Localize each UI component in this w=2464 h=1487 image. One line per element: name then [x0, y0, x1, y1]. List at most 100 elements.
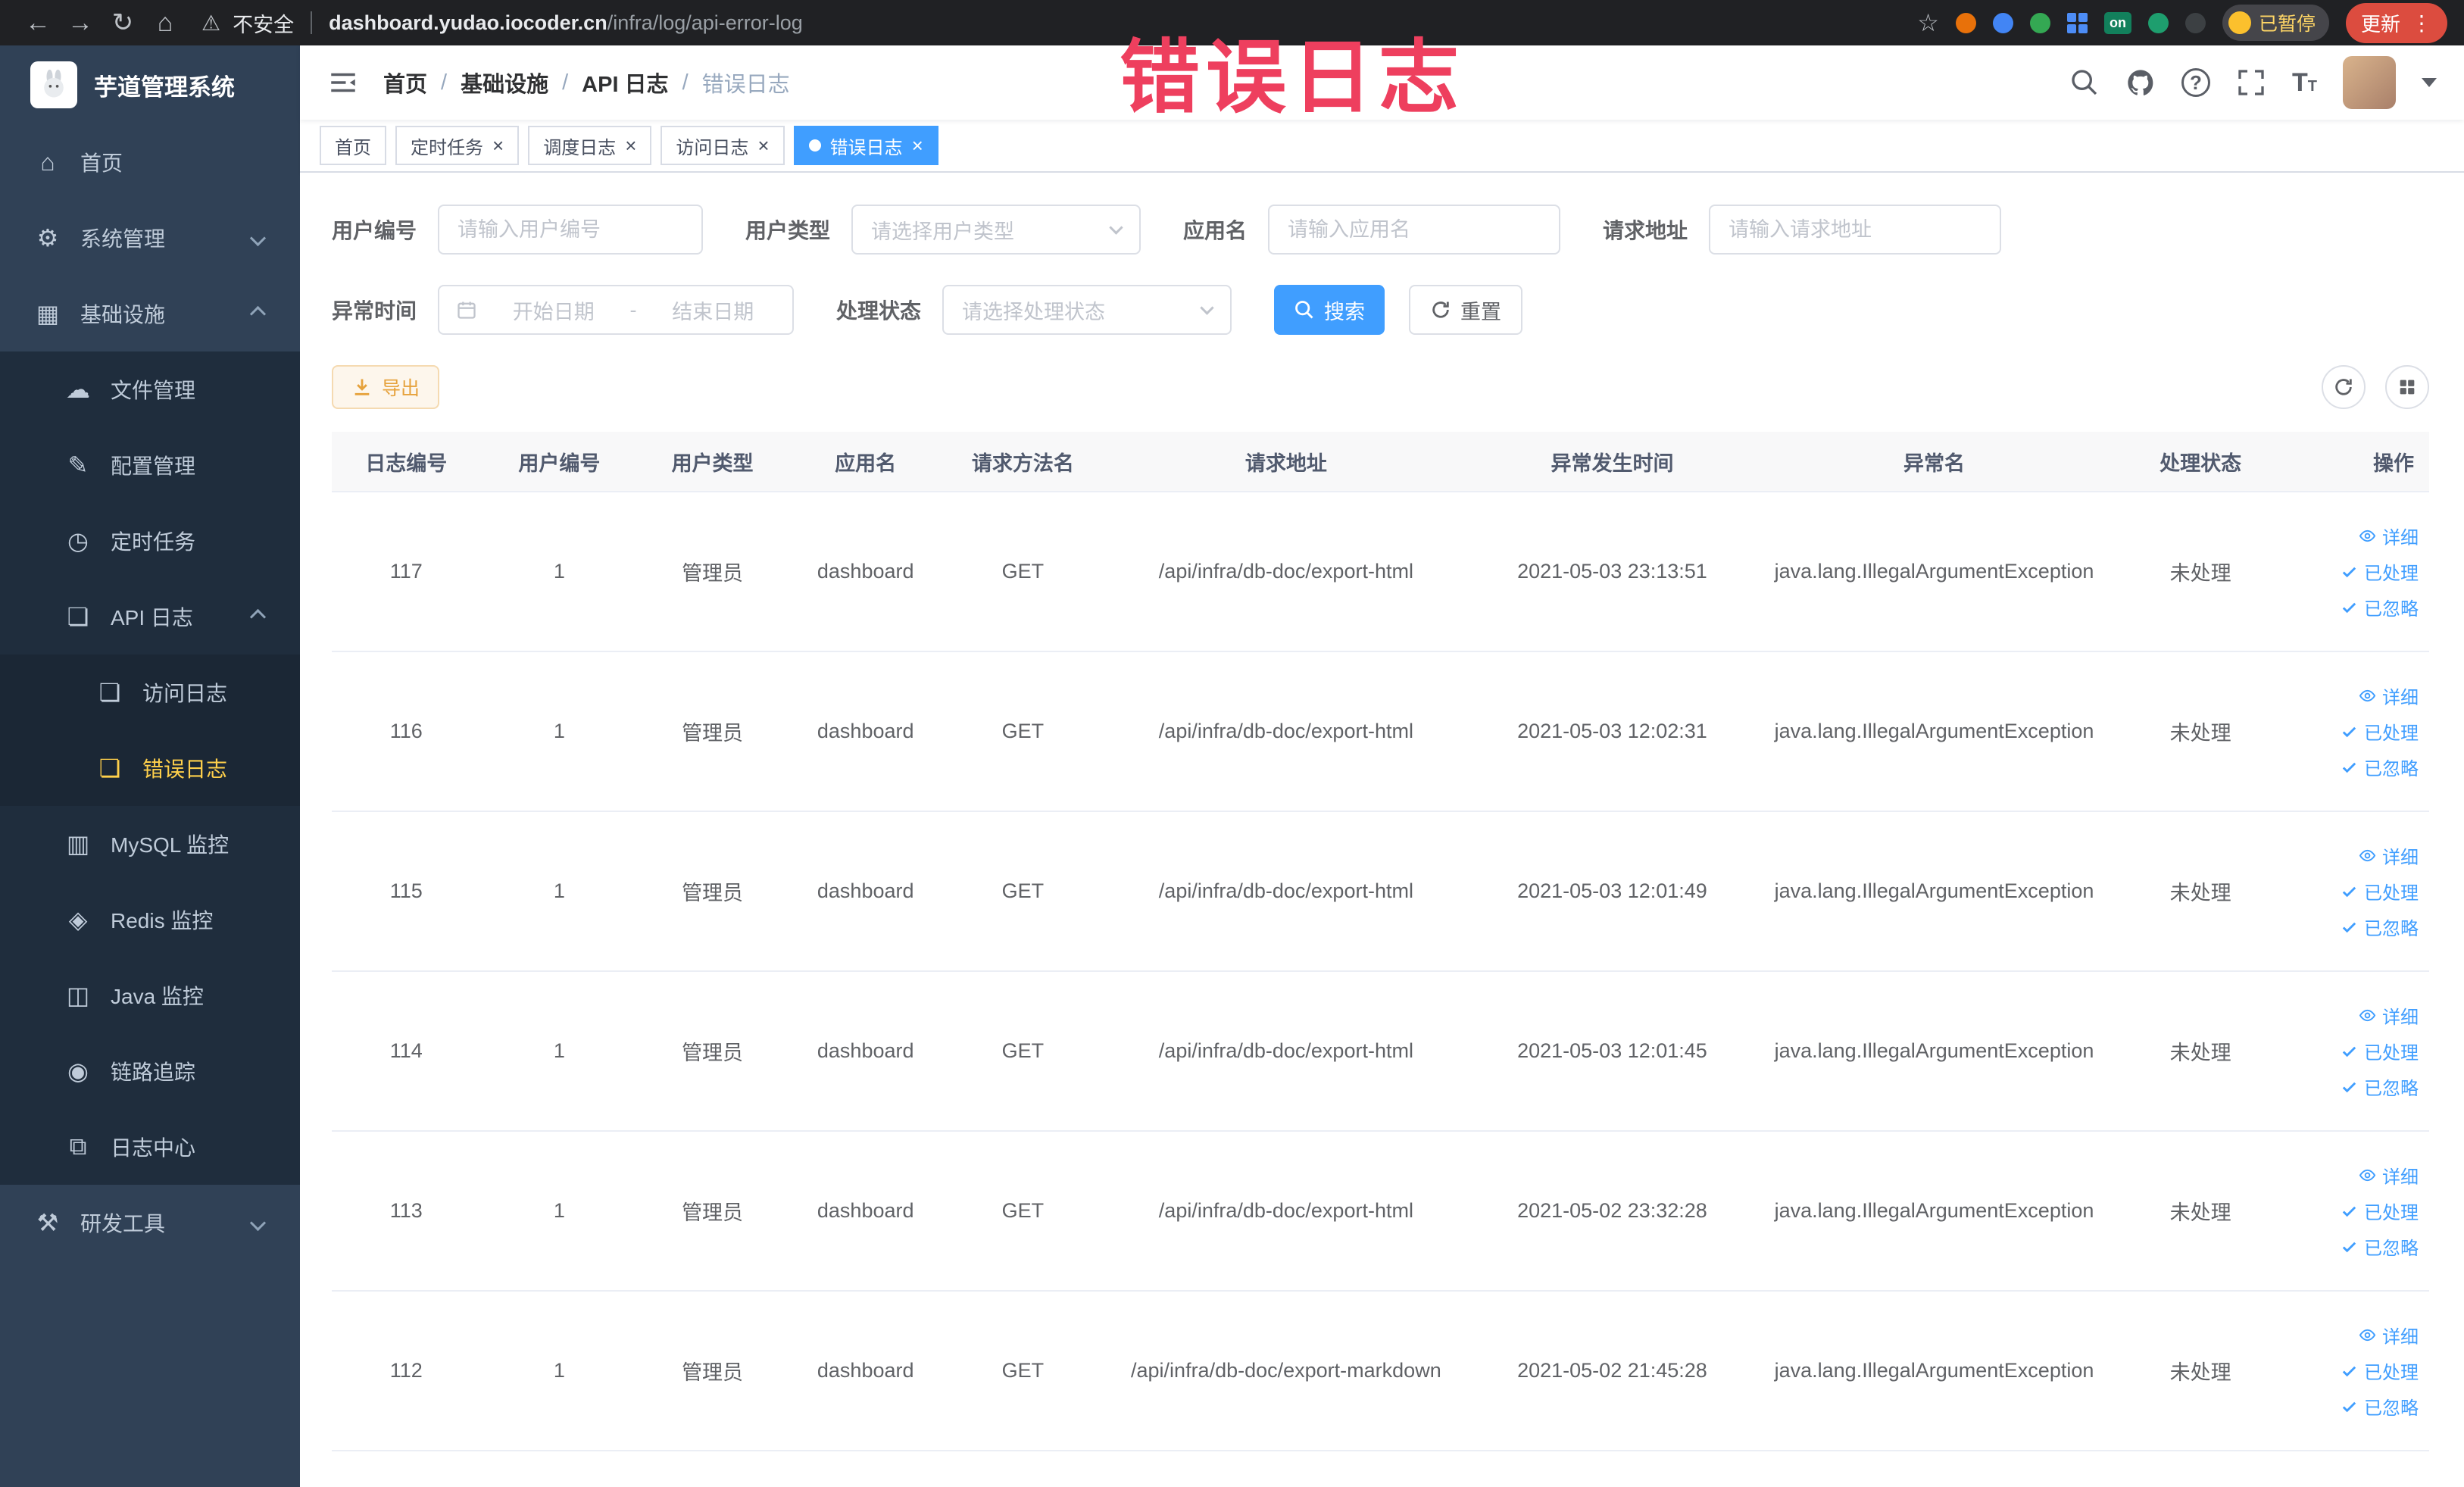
sidebar-item-log-center[interactable]: ⧉ 日志中心 [0, 1109, 300, 1185]
tab-home[interactable]: 首页 [320, 126, 386, 165]
extension-on-badge[interactable]: on [2103, 11, 2131, 34]
action-processed[interactable]: 已处理 [2341, 558, 2419, 585]
font-size-icon[interactable]: TT [2292, 68, 2317, 98]
sidebar-item-access-log[interactable]: ❏ 访问日志 [0, 654, 300, 730]
cell-time: 2021-05-03 12:01:49 [1517, 879, 1707, 902]
column-header: 应用名 [835, 451, 897, 475]
sidebar-item-label: 访问日志 [142, 682, 228, 705]
tab-scheduled-jobs[interactable]: 定时任务 × [395, 126, 520, 165]
sidebar-item-scheduled-jobs[interactable]: ◷ 定时任务 [0, 503, 300, 579]
action-detail[interactable]: 详细 [2359, 842, 2419, 869]
cell-app-name: dashboard [817, 1199, 914, 1222]
action-ignored[interactable]: 已忽略 [2341, 1073, 2419, 1100]
cell-request-url: /api/infra/db-doc/export-html [1158, 720, 1413, 742]
action-processed[interactable]: 已处理 [2341, 1198, 2419, 1224]
chevron-down-icon [249, 1214, 267, 1231]
sidebar-item-config-manage[interactable]: ✎ 配置管理 [0, 427, 300, 503]
action-ignored[interactable]: 已忽略 [2341, 754, 2419, 780]
user-type-select[interactable]: 请选择用户类型 [851, 205, 1141, 255]
sidebar-item-api-log[interactable]: ❏ API 日志 [0, 579, 300, 654]
tab-access-log[interactable]: 访问日志 × [661, 126, 785, 165]
back-icon[interactable]: ← [17, 8, 59, 38]
update-button[interactable]: 更新 ⋮ [2345, 2, 2447, 43]
home-icon[interactable]: ⌂ [144, 8, 186, 38]
chevron-down-icon[interactable] [2422, 78, 2437, 87]
extension-grid-icon[interactable] [2066, 12, 2088, 33]
sidebar-item-file-manage[interactable]: ☁ 文件管理 [0, 351, 300, 427]
refresh-button[interactable] [2322, 365, 2366, 409]
sidebar-item-redis-monitor[interactable]: ◈ Redis 监控 [0, 882, 300, 957]
action-detail[interactable]: 详细 [2359, 1322, 2419, 1348]
github-icon[interactable] [2125, 67, 2156, 98]
forward-icon[interactable]: → [59, 8, 101, 38]
sidebar-item-error-log[interactable]: ❏ 错误日志 [0, 730, 300, 806]
cell-exception: java.lang.IllegalArgumentException [1774, 1359, 2094, 1382]
action-detail[interactable]: 详细 [2359, 1002, 2419, 1029]
close-icon[interactable]: × [625, 136, 636, 155]
search-icon[interactable] [2069, 67, 2100, 98]
paused-badge[interactable]: 已暂停 [2222, 5, 2329, 41]
action-processed[interactable]: 已处理 [2341, 1357, 2419, 1384]
extensions-puzzle-icon[interactable] [2184, 12, 2206, 33]
main-area: 首页 / 基础设施 / API 日志 / 错误日志 ? TT 首页 定时任务 ×… [300, 45, 2464, 1487]
breadcrumb-item[interactable]: 首页 [383, 67, 427, 98]
action-ignored[interactable]: 已忽略 [2341, 1393, 2419, 1420]
table-row: 116 1 管理员 dashboard GET /api/infra/db-do… [332, 652, 2429, 812]
extension-icon[interactable] [1992, 12, 2013, 33]
extension-icon[interactable] [2147, 12, 2169, 33]
tab-schedule-log[interactable]: 调度日志 × [528, 126, 652, 165]
column-settings-button[interactable] [2385, 365, 2429, 409]
search-button[interactable]: 搜索 [1274, 285, 1385, 335]
address-bar[interactable]: ⚠ 不安全 dashboard.yudao.iocoder.cn/infra/l… [201, 8, 1917, 38]
action-processed[interactable]: 已处理 [2341, 1038, 2419, 1064]
action-ignored[interactable]: 已忽略 [2341, 1233, 2419, 1260]
user-id-input[interactable] [438, 205, 704, 255]
sidebar-item-trace[interactable]: ◉ 链路追踪 [0, 1033, 300, 1109]
close-icon[interactable]: × [492, 136, 504, 155]
sidebar-item-system[interactable]: ⚙ 系统管理 [0, 200, 300, 276]
action-processed[interactable]: 已处理 [2341, 718, 2419, 745]
start-date-placeholder[interactable]: 开始日期 [491, 295, 617, 325]
sidebar-item-dev-tools[interactable]: ⚒ 研发工具 [0, 1185, 300, 1261]
extension-icon[interactable] [2029, 12, 2050, 33]
end-date-placeholder[interactable]: 结束日期 [651, 295, 776, 325]
action-ignored[interactable]: 已忽略 [2341, 914, 2419, 940]
sidebar-item-label: MySQL 监控 [111, 833, 230, 857]
export-button[interactable]: 导出 [332, 365, 440, 409]
emoji-icon [2228, 11, 2251, 34]
close-icon[interactable]: × [912, 136, 923, 155]
avatar[interactable] [2343, 56, 2396, 109]
sidebar-item-java-monitor[interactable]: ◫ Java 监控 [0, 957, 300, 1033]
sidebar-toggle-icon[interactable] [327, 67, 359, 98]
app-name-input[interactable] [1268, 205, 1561, 255]
breadcrumb-item[interactable]: 基础设施 [461, 67, 548, 98]
sidebar-item-home[interactable]: ⌂ 首页 [0, 124, 300, 200]
exception-time-range-picker[interactable]: 开始日期 - 结束日期 [438, 285, 795, 335]
tab-error-log[interactable]: 错误日志 × [793, 126, 938, 165]
chevron-down-icon [1200, 300, 1214, 315]
action-detail[interactable]: 详细 [2359, 1162, 2419, 1189]
sidebar-item-infra[interactable]: ▦ 基础设施 [0, 276, 300, 351]
close-icon[interactable]: × [757, 136, 769, 155]
action-ignored[interactable]: 已忽略 [2341, 594, 2419, 620]
help-icon[interactable]: ? [2181, 68, 2210, 97]
check-icon [2342, 726, 2356, 738]
column-header: 用户编号 [518, 451, 601, 475]
request-url-input[interactable] [1709, 205, 2002, 255]
extension-icon[interactable] [1955, 12, 1976, 33]
breadcrumb-item[interactable]: API 日志 [582, 67, 668, 98]
action-detail[interactable]: 详细 [2359, 523, 2419, 549]
reload-icon[interactable]: ↻ [101, 8, 144, 38]
sidebar-item-label: 定时任务 [111, 530, 196, 554]
bookmark-star-icon[interactable]: ☆ [1917, 8, 1939, 37]
app-logo[interactable]: 芋道管理系统 [0, 45, 300, 124]
fullscreen-icon[interactable] [2236, 67, 2266, 98]
check-icon [2342, 1206, 2356, 1217]
action-detail[interactable]: 详细 [2359, 683, 2419, 709]
action-processed[interactable]: 已处理 [2341, 878, 2419, 904]
security-chip[interactable]: 不安全 [233, 8, 294, 38]
status-select[interactable]: 请选择处理状态 [942, 285, 1232, 335]
reset-button[interactable]: 重置 [1409, 285, 1523, 335]
sidebar-item-mysql-monitor[interactable]: ▥ MySQL 监控 [0, 806, 300, 882]
kebab-menu-icon[interactable]: ⋮ [2411, 11, 2432, 36]
